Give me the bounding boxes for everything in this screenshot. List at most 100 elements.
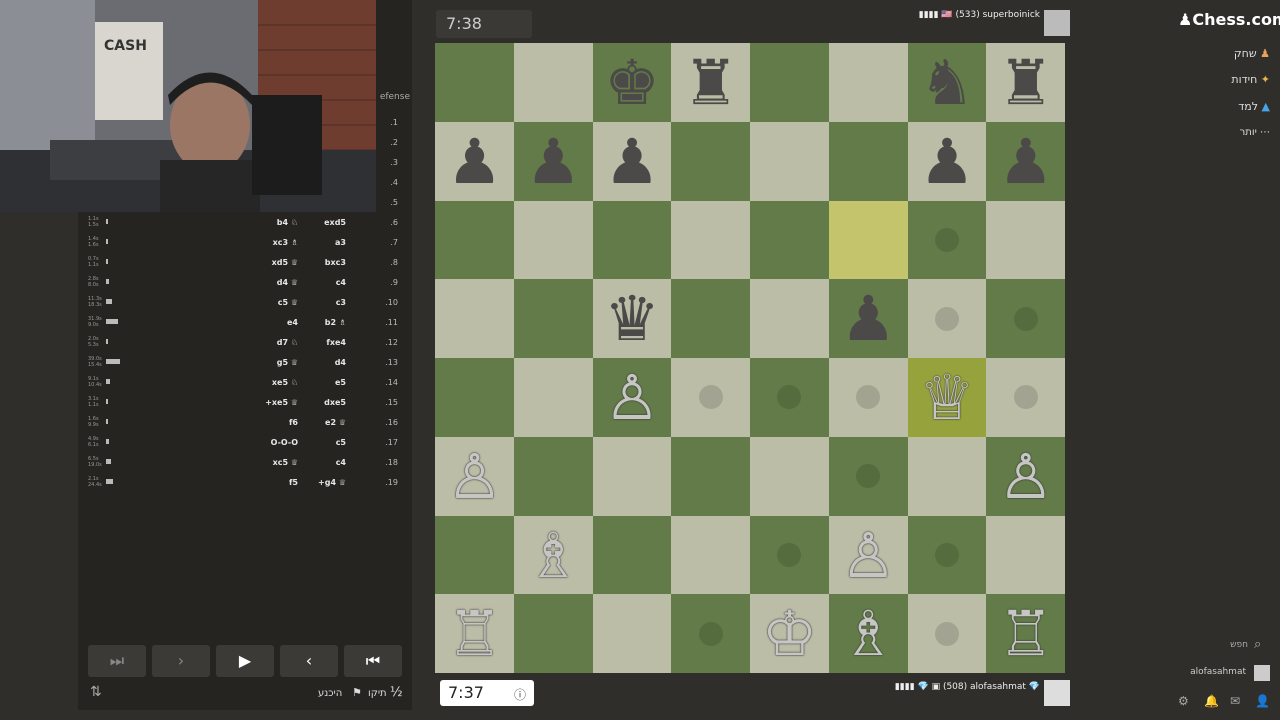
move-white[interactable]: xe5 ♘ xyxy=(238,378,298,387)
square-b3[interactable] xyxy=(513,436,593,516)
square-f6[interactable] xyxy=(828,200,908,280)
square-f7[interactable] xyxy=(828,121,908,201)
prev-move-button[interactable]: ‹ xyxy=(280,645,338,677)
move-white[interactable]: g5 ♕ xyxy=(238,358,298,367)
piece-c5[interactable]: ♛ xyxy=(593,279,672,358)
chesscom-logo[interactable]: ♟Chess.com xyxy=(1178,10,1280,29)
move-row[interactable]: .18 c4 xc5 ♕ 6.5s 19.0s xyxy=(78,456,412,478)
nav-more[interactable]: יותר ⋯ xyxy=(1180,127,1270,138)
piece-b7[interactable]: ♟ xyxy=(514,122,593,201)
player-avatar[interactable] xyxy=(1044,680,1070,706)
legal-move-dot[interactable] xyxy=(698,621,723,646)
square-d5[interactable] xyxy=(671,279,751,359)
piece-g4[interactable]: ♕ xyxy=(908,358,987,437)
piece-f2[interactable]: ♙ xyxy=(829,516,908,595)
legal-move-dot[interactable] xyxy=(1013,385,1038,410)
square-b8[interactable] xyxy=(513,43,593,122)
move-row[interactable]: .8 bxc3 xd5 ♕ 0.7s 1.1s xyxy=(78,256,412,278)
legal-move-dot[interactable] xyxy=(934,621,959,646)
nav-puzzles[interactable]: חידות ✦ xyxy=(1180,73,1270,86)
piece-g7[interactable]: ♟ xyxy=(908,122,987,201)
piece-g8[interactable]: ♞ xyxy=(908,43,987,122)
move-white[interactable]: xd5 ♕ xyxy=(238,258,298,267)
move-white[interactable]: e4 xyxy=(238,318,298,327)
piece-b2[interactable]: ♗ xyxy=(514,516,593,595)
move-black[interactable]: d4 xyxy=(308,358,346,367)
piece-h3[interactable]: ♙ xyxy=(986,437,1065,516)
square-a6[interactable] xyxy=(435,200,514,280)
square-h6[interactable] xyxy=(986,200,1066,280)
square-a4[interactable] xyxy=(435,358,514,437)
square-g3[interactable] xyxy=(907,436,987,516)
move-row[interactable]: .12 fxe4 d7 ♘ 2.0s 5.3s xyxy=(78,336,412,358)
piece-a7[interactable]: ♟ xyxy=(435,122,514,201)
piece-h1[interactable]: ♖ xyxy=(986,594,1065,673)
play-button[interactable]: ▶ xyxy=(216,645,274,677)
move-black[interactable]: c5 xyxy=(308,438,346,447)
square-h2[interactable] xyxy=(986,515,1066,595)
move-black[interactable]: fxe4 xyxy=(308,338,346,347)
legal-move-dot[interactable] xyxy=(1013,306,1038,331)
square-e6[interactable] xyxy=(750,200,829,280)
move-row[interactable]: .17 c5 O-O-O 4.9s 6.1s xyxy=(78,436,412,458)
info-icon[interactable]: ⓘ xyxy=(514,686,526,703)
square-c6[interactable] xyxy=(592,200,672,280)
piece-d8[interactable]: ♜ xyxy=(671,43,750,122)
piece-a3[interactable]: ♙ xyxy=(435,437,514,516)
legal-move-dot[interactable] xyxy=(934,542,959,567)
legal-move-dot[interactable] xyxy=(698,385,723,410)
square-b6[interactable] xyxy=(513,200,593,280)
square-d3[interactable] xyxy=(671,436,751,516)
move-black[interactable]: c4 xyxy=(308,458,346,467)
move-row[interactable]: .7 a3 xc3 ♗ 1.4s 1.6s xyxy=(78,236,412,258)
square-f8[interactable] xyxy=(828,43,908,122)
chess-board[interactable]: 8 7 6 5 4 3 2 1 a b c d e f g h ♚ ♜ ♞ ♜ ♟ ♟ ♟ ♟ ♟ ♛ ♟ ♙ ♕ ♙ ♙ ♗ ♙ ♖ ♔ ♗ ♖ xyxy=(435,43,1066,674)
nav-learn[interactable]: למד ▲ xyxy=(1180,100,1270,113)
username-label[interactable]: alofasahmat xyxy=(1180,667,1246,677)
move-white[interactable]: +xe5 ♕ xyxy=(238,398,298,407)
move-white[interactable]: xc5 ♕ xyxy=(238,458,298,467)
move-row[interactable]: .9 c4 d4 ♕ 2.8s 8.0s xyxy=(78,276,412,298)
move-row[interactable]: .16 e2 ♕ f6 1.6s 9.9s xyxy=(78,416,412,438)
move-white[interactable]: d4 ♕ xyxy=(238,278,298,287)
square-b4[interactable] xyxy=(513,358,593,437)
piece-h8[interactable]: ♜ xyxy=(986,43,1065,122)
move-white[interactable]: f6 xyxy=(238,418,298,427)
piece-c8[interactable]: ♚ xyxy=(593,43,672,122)
draw-button[interactable]: תיקו xyxy=(368,688,387,699)
last-move-button[interactable]: ⏭ xyxy=(88,645,146,677)
notifications-icon[interactable]: 🔔 xyxy=(1204,694,1219,708)
square-c2[interactable] xyxy=(592,515,672,595)
move-row[interactable]: .11 b2 ♗ e4 31.9s 9.0s xyxy=(78,316,412,338)
move-row[interactable]: .15 dxe5 +xe5 ♕ 3.1s 1.1s xyxy=(78,396,412,418)
move-row[interactable]: .6 exd5 b4 ♘ 1.1s 1.5s xyxy=(78,216,412,238)
piece-f1[interactable]: ♗ xyxy=(829,594,908,673)
first-move-button[interactable]: ⏮ xyxy=(344,645,402,677)
opponent-name[interactable]: ▮▮▮▮ 🇺🇸 (533) superboinick xyxy=(880,10,1040,20)
user-avatar[interactable] xyxy=(1254,665,1270,681)
friends-icon[interactable]: 👤 xyxy=(1255,694,1270,708)
move-row[interactable]: .19 +g4 ♕ f5 2.1s 24.4s xyxy=(78,476,412,498)
square-a2[interactable] xyxy=(435,515,514,595)
move-white[interactable]: O-O-O xyxy=(238,438,298,447)
move-black[interactable]: e5 xyxy=(308,378,346,387)
move-row[interactable]: .10 c3 c5 ♕ 11.3s 18.3s xyxy=(78,296,412,318)
move-white[interactable]: f5 xyxy=(238,478,298,487)
move-white[interactable]: b4 ♘ xyxy=(238,218,298,227)
square-a5[interactable] xyxy=(435,279,514,359)
legal-move-dot[interactable] xyxy=(934,306,959,331)
resign-button[interactable]: היכנע xyxy=(318,688,342,699)
move-black[interactable]: +g4 ♕ xyxy=(308,478,346,487)
piece-f5[interactable]: ♟ xyxy=(829,279,908,358)
move-black[interactable]: c4 xyxy=(308,278,346,287)
square-e5[interactable] xyxy=(750,279,829,359)
move-black[interactable]: exd5 xyxy=(308,218,346,227)
move-black[interactable]: a3 xyxy=(308,238,346,247)
square-e7[interactable] xyxy=(750,121,829,201)
square-a8[interactable] xyxy=(435,43,514,122)
opponent-avatar[interactable] xyxy=(1044,10,1070,36)
nav-play[interactable]: שחק ♟ xyxy=(1180,47,1270,60)
move-black[interactable]: bxc3 xyxy=(308,258,346,267)
square-c3[interactable] xyxy=(592,436,672,516)
move-white[interactable]: d7 ♘ xyxy=(238,338,298,347)
